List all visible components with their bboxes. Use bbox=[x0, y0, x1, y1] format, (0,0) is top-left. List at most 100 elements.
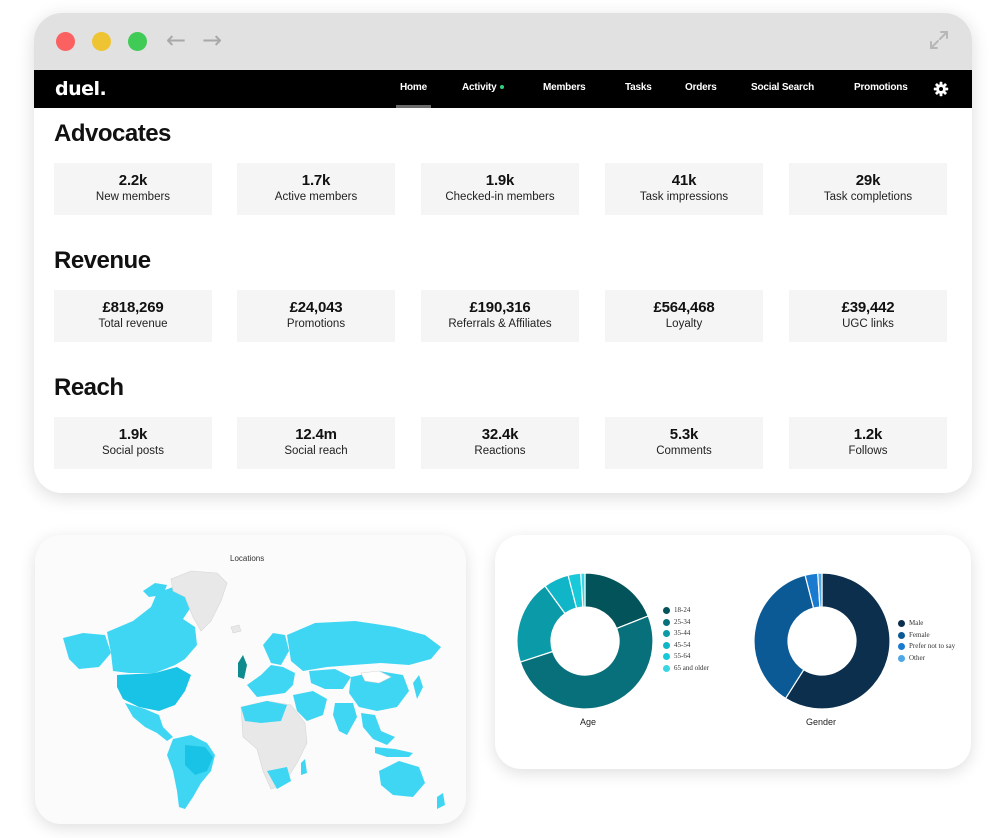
revenue-heading: Revenue bbox=[54, 247, 151, 274]
nav-activity-label: Activity bbox=[462, 82, 497, 93]
stat-label: Task completions bbox=[823, 191, 913, 203]
stat-value: 1.2k bbox=[853, 426, 883, 443]
stat-value: 5.3k bbox=[669, 426, 699, 443]
legend-label: 55-64 bbox=[674, 652, 691, 660]
nav-tasks[interactable]: Tasks bbox=[625, 82, 652, 93]
stat-label: Follows bbox=[848, 445, 888, 457]
map-region-russia[interactable] bbox=[287, 621, 441, 671]
stat-label: UGC links bbox=[842, 318, 894, 330]
legend-swatch bbox=[663, 630, 670, 637]
stat-label: Comments bbox=[656, 445, 712, 457]
maximize-window-button[interactable] bbox=[128, 32, 147, 51]
stat-value: 1.9k bbox=[485, 172, 515, 189]
stat-reactions[interactable]: 32.4k Reactions bbox=[421, 417, 579, 469]
gender-chart-title: Gender bbox=[806, 717, 837, 727]
nav-promotions[interactable]: Promotions bbox=[854, 82, 908, 93]
stat-label: Active members bbox=[274, 191, 358, 203]
legend-swatch bbox=[663, 653, 670, 660]
stat-label: New members bbox=[95, 191, 171, 203]
forward-arrow-icon[interactable]: → bbox=[202, 27, 222, 53]
stat-label: Loyalty bbox=[665, 318, 703, 330]
legend-label: Other bbox=[909, 653, 925, 662]
stat-value: 1.9k bbox=[118, 426, 148, 443]
map-region-india[interactable] bbox=[333, 703, 357, 735]
stat-label: Checked-in members bbox=[445, 191, 555, 203]
demographics-donut-charts bbox=[516, 572, 891, 710]
legend-swatch bbox=[663, 618, 670, 626]
legend-swatch bbox=[663, 607, 670, 614]
advocates-heading: Advocates bbox=[54, 120, 171, 147]
stat-referrals-affiliates[interactable]: £190,316 Referrals & Affiliates bbox=[421, 290, 579, 342]
legend-label: 18-24 bbox=[674, 606, 691, 614]
map-region-scandinavia[interactable] bbox=[263, 633, 289, 665]
stat-loyalty[interactable]: £564,468 Loyalty bbox=[605, 290, 763, 342]
stat-value: £24,043 bbox=[289, 299, 343, 316]
activity-live-indicator bbox=[499, 85, 504, 90]
stat-social-posts[interactable]: 1.9k Social posts bbox=[54, 417, 212, 469]
map-region-iceland[interactable] bbox=[230, 624, 242, 634]
stat-promotions-revenue[interactable]: £24,043 Promotions bbox=[237, 290, 395, 342]
stat-checked-in-members[interactable]: 1.9k Checked-in members bbox=[421, 163, 579, 215]
locations-map-card: Locations bbox=[35, 535, 466, 824]
legend-swatch bbox=[898, 620, 905, 627]
stat-label: Total revenue bbox=[98, 318, 168, 330]
stat-task-completions[interactable]: 29k Task completions bbox=[789, 163, 947, 215]
expand-icon[interactable] bbox=[928, 29, 950, 51]
map-region-indonesia[interactable] bbox=[375, 747, 413, 757]
nav-home[interactable]: Home bbox=[396, 82, 431, 108]
stat-value: 32.4k bbox=[481, 426, 519, 443]
legend-label: 65 and older bbox=[674, 663, 709, 672]
legend-label: 35-44 bbox=[674, 629, 691, 637]
map-region-new-zealand[interactable] bbox=[437, 793, 445, 809]
legend-swatch bbox=[898, 631, 905, 639]
map-region-europe[interactable] bbox=[247, 665, 295, 697]
stat-label: Task impressions bbox=[639, 191, 729, 203]
back-arrow-icon[interactable]: ← bbox=[166, 27, 186, 53]
stat-value: £190,316 bbox=[469, 299, 531, 316]
map-region-uk[interactable] bbox=[238, 655, 247, 679]
gear-icon[interactable] bbox=[933, 81, 949, 97]
reach-heading: Reach bbox=[54, 374, 124, 401]
nav-social-search[interactable]: Social Search bbox=[751, 82, 814, 93]
legend-label: 25-34 bbox=[674, 617, 691, 626]
stat-value: £39,442 bbox=[841, 299, 895, 316]
map-countries bbox=[63, 570, 445, 809]
stat-new-members[interactable]: 2.2k New members bbox=[54, 163, 212, 215]
stat-label: Social reach bbox=[284, 445, 348, 457]
stat-active-members[interactable]: 1.7k Active members bbox=[237, 163, 395, 215]
browser-chrome: ← → bbox=[34, 13, 972, 70]
stat-social-reach[interactable]: 12.4m Social reach bbox=[237, 417, 395, 469]
map-region-se-asia[interactable] bbox=[361, 713, 395, 745]
legend-swatch bbox=[663, 641, 670, 649]
legend-swatch bbox=[898, 643, 905, 650]
dashboard-window: ← → duel. Home Activity Members Tasks Or… bbox=[34, 13, 972, 493]
stat-ugc-links[interactable]: £39,442 UGC links bbox=[789, 290, 947, 342]
stat-value: 2.2k bbox=[118, 172, 148, 189]
nav-activity[interactable]: Activity bbox=[462, 82, 504, 93]
nav-members[interactable]: Members bbox=[543, 82, 586, 93]
close-window-button[interactable] bbox=[56, 32, 75, 51]
stat-value: 41k bbox=[671, 172, 697, 189]
stat-comments[interactable]: 5.3k Comments bbox=[605, 417, 763, 469]
map-region-canada[interactable] bbox=[107, 587, 197, 673]
nav-orders[interactable]: Orders bbox=[685, 82, 717, 93]
world-map[interactable] bbox=[35, 535, 466, 824]
map-region-north-africa[interactable] bbox=[241, 701, 287, 723]
map-region-madagascar[interactable] bbox=[301, 759, 307, 775]
minimize-window-button[interactable] bbox=[92, 32, 111, 51]
stat-value: 1.7k bbox=[301, 172, 331, 189]
map-region-kazakhstan[interactable] bbox=[309, 669, 351, 689]
map-region-australia[interactable] bbox=[379, 761, 425, 797]
map-region-japan[interactable] bbox=[413, 675, 423, 699]
legend-label: 45-54 bbox=[674, 640, 691, 649]
duel-logo[interactable]: duel. bbox=[55, 78, 107, 100]
stat-total-revenue[interactable]: £818,269 Total revenue bbox=[54, 290, 212, 342]
map-region-alaska[interactable] bbox=[63, 633, 111, 669]
stat-task-impressions[interactable]: 41k Task impressions bbox=[605, 163, 763, 215]
stat-value: £564,468 bbox=[653, 299, 715, 316]
stat-follows[interactable]: 1.2k Follows bbox=[789, 417, 947, 469]
stat-value: 29k bbox=[855, 172, 881, 189]
stat-label: Referrals & Affiliates bbox=[448, 318, 552, 330]
legend-label: Female bbox=[909, 630, 930, 639]
demographics-card: 18-24 25-34 35-44 45-54 55-64 65 and old… bbox=[495, 535, 971, 769]
